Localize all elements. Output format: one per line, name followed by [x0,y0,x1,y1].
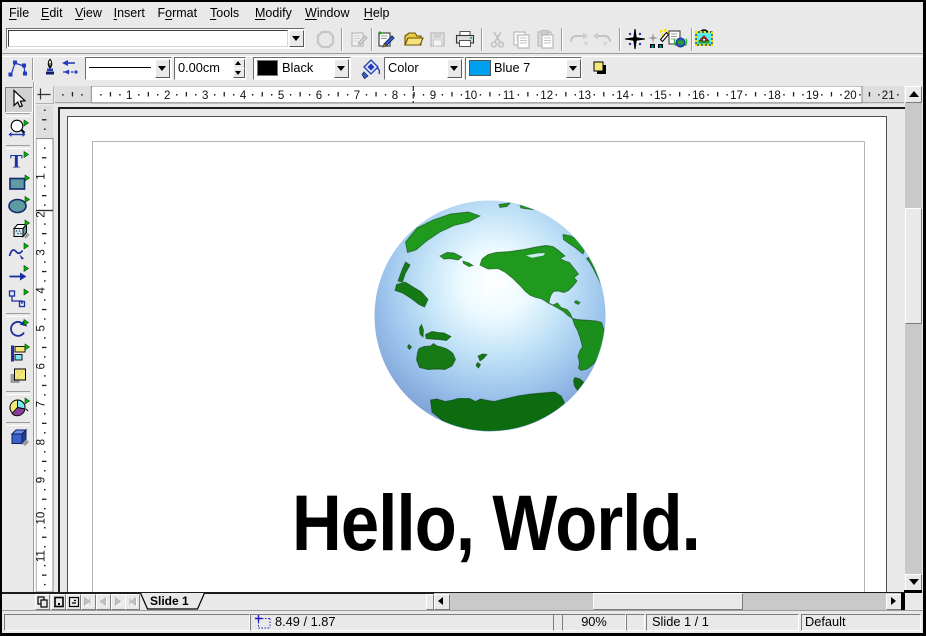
svg-text:4: 4 [36,287,48,294]
svg-text:1: 1 [36,173,48,179]
svg-text:6: 6 [36,363,48,369]
svg-text:8: 8 [392,90,398,102]
svg-text:4: 4 [240,90,247,102]
svg-text:18: 18 [768,90,781,102]
svg-text:16: 16 [692,90,705,102]
svg-text:19: 19 [806,90,819,102]
svg-text:21: 21 [882,90,895,102]
svg-text:2: 2 [36,211,48,217]
svg-text:20: 20 [844,90,857,102]
svg-text:13: 13 [578,90,591,102]
svg-text:3: 3 [36,249,48,255]
svg-text:T: T [10,152,23,173]
svg-text:17: 17 [730,90,743,102]
svg-text:6: 6 [316,90,322,102]
svg-text:10: 10 [36,512,48,525]
svg-text:12: 12 [540,90,553,102]
svg-text:2: 2 [164,90,170,102]
svg-text:1: 1 [126,90,132,102]
svg-text:11: 11 [36,550,48,562]
svg-text:7: 7 [354,90,360,102]
svg-text:9: 9 [430,90,436,102]
svg-text:3: 3 [202,90,208,102]
svg-text:10: 10 [464,90,477,102]
svg-text:11: 11 [503,90,515,102]
svg-text:9: 9 [36,477,48,483]
svg-text:5: 5 [278,90,284,102]
svg-text:5: 5 [36,325,48,331]
svg-text:8: 8 [36,439,48,445]
svg-text:7: 7 [36,401,48,407]
svg-text:15: 15 [654,90,667,102]
svg-text:14: 14 [616,90,629,102]
